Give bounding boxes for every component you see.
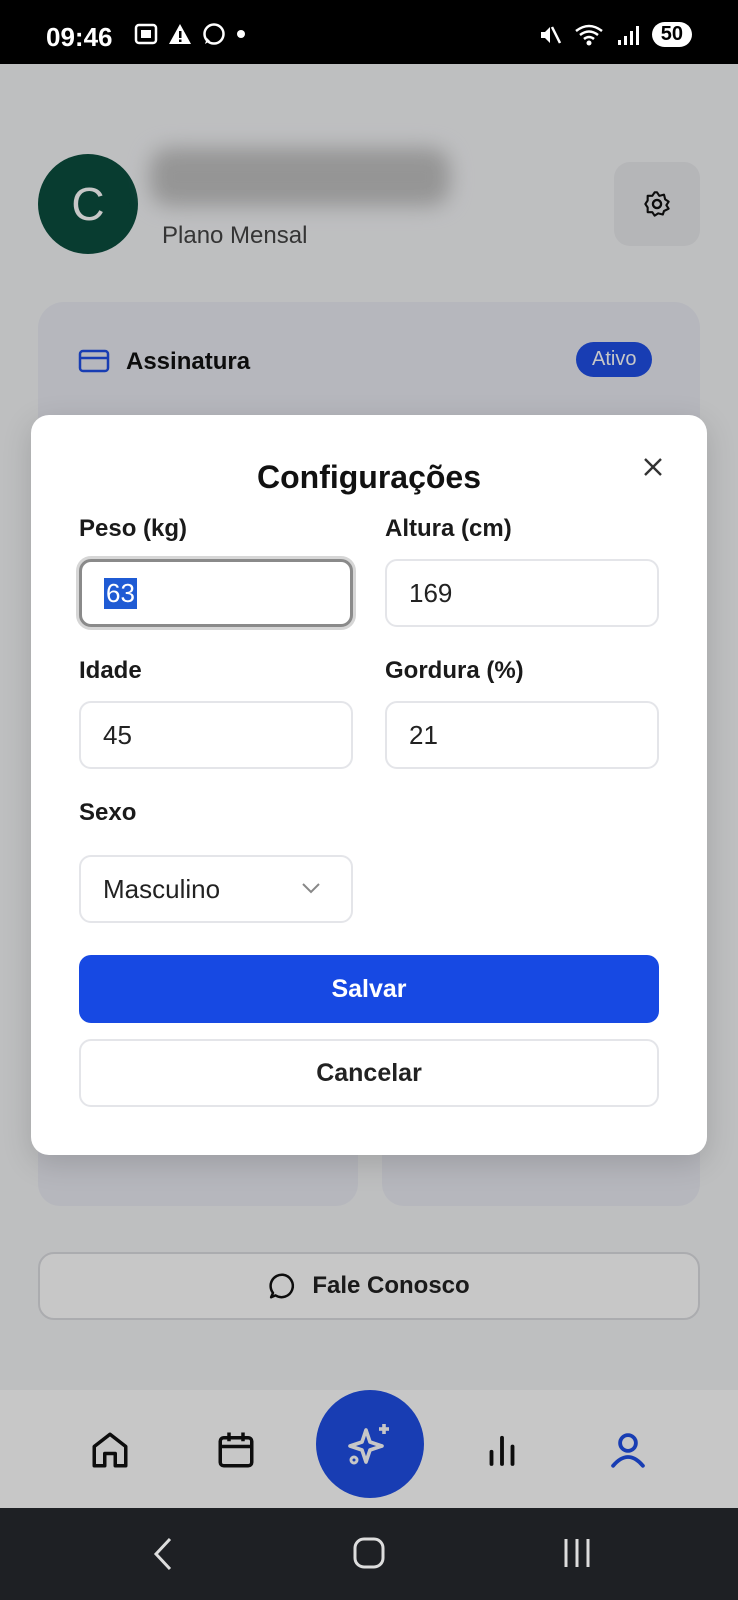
idade-label: Idade (79, 657, 142, 684)
recents-icon[interactable] (560, 1536, 594, 1570)
battery-badge: 50 (651, 22, 692, 47)
home-button-icon[interactable] (352, 1536, 386, 1570)
altura-value: 169 (409, 577, 453, 608)
settings-modal: Configurações Peso (kg) 63 Altura (cm) 1… (31, 415, 707, 1155)
sexo-label: Sexo (79, 799, 137, 826)
peso-value: 63 (104, 577, 137, 609)
wifi-icon (574, 24, 603, 45)
android-nav-bar (0, 1508, 738, 1600)
dot-icon (237, 30, 245, 38)
signal-icon (617, 25, 639, 45)
altura-label: Altura (cm) (385, 515, 512, 542)
back-icon[interactable] (148, 1536, 178, 1572)
sexo-select[interactable]: Masculino (79, 855, 353, 923)
mute-icon (540, 25, 561, 44)
status-bar: 09:46 50 (0, 0, 738, 64)
status-icons-right: 50 (538, 22, 692, 47)
whatsapp-icon (203, 23, 225, 45)
chevron-down-icon (302, 883, 320, 894)
screenshot-icon (134, 23, 158, 45)
idade-value: 45 (103, 719, 132, 750)
close-icon (644, 458, 662, 476)
modal-title: Configurações (256, 459, 482, 495)
sexo-value: Masculino (103, 873, 221, 904)
altura-input[interactable]: 169 (385, 559, 659, 627)
status-icons-left (134, 22, 246, 46)
gordura-label: Gordura (%) (385, 657, 524, 684)
gordura-value: 21 (409, 719, 438, 750)
gordura-input[interactable]: 21 (385, 701, 659, 769)
status-time: 09:46 (46, 22, 113, 52)
alert-icon (169, 24, 191, 44)
peso-label: Peso (kg) (79, 515, 188, 542)
save-button[interactable]: Salvar (79, 955, 659, 1023)
close-button[interactable] (635, 449, 671, 485)
peso-input[interactable]: 63 (79, 559, 353, 627)
idade-input[interactable]: 45 (79, 701, 353, 769)
cancel-button[interactable]: Cancelar (79, 1039, 659, 1107)
